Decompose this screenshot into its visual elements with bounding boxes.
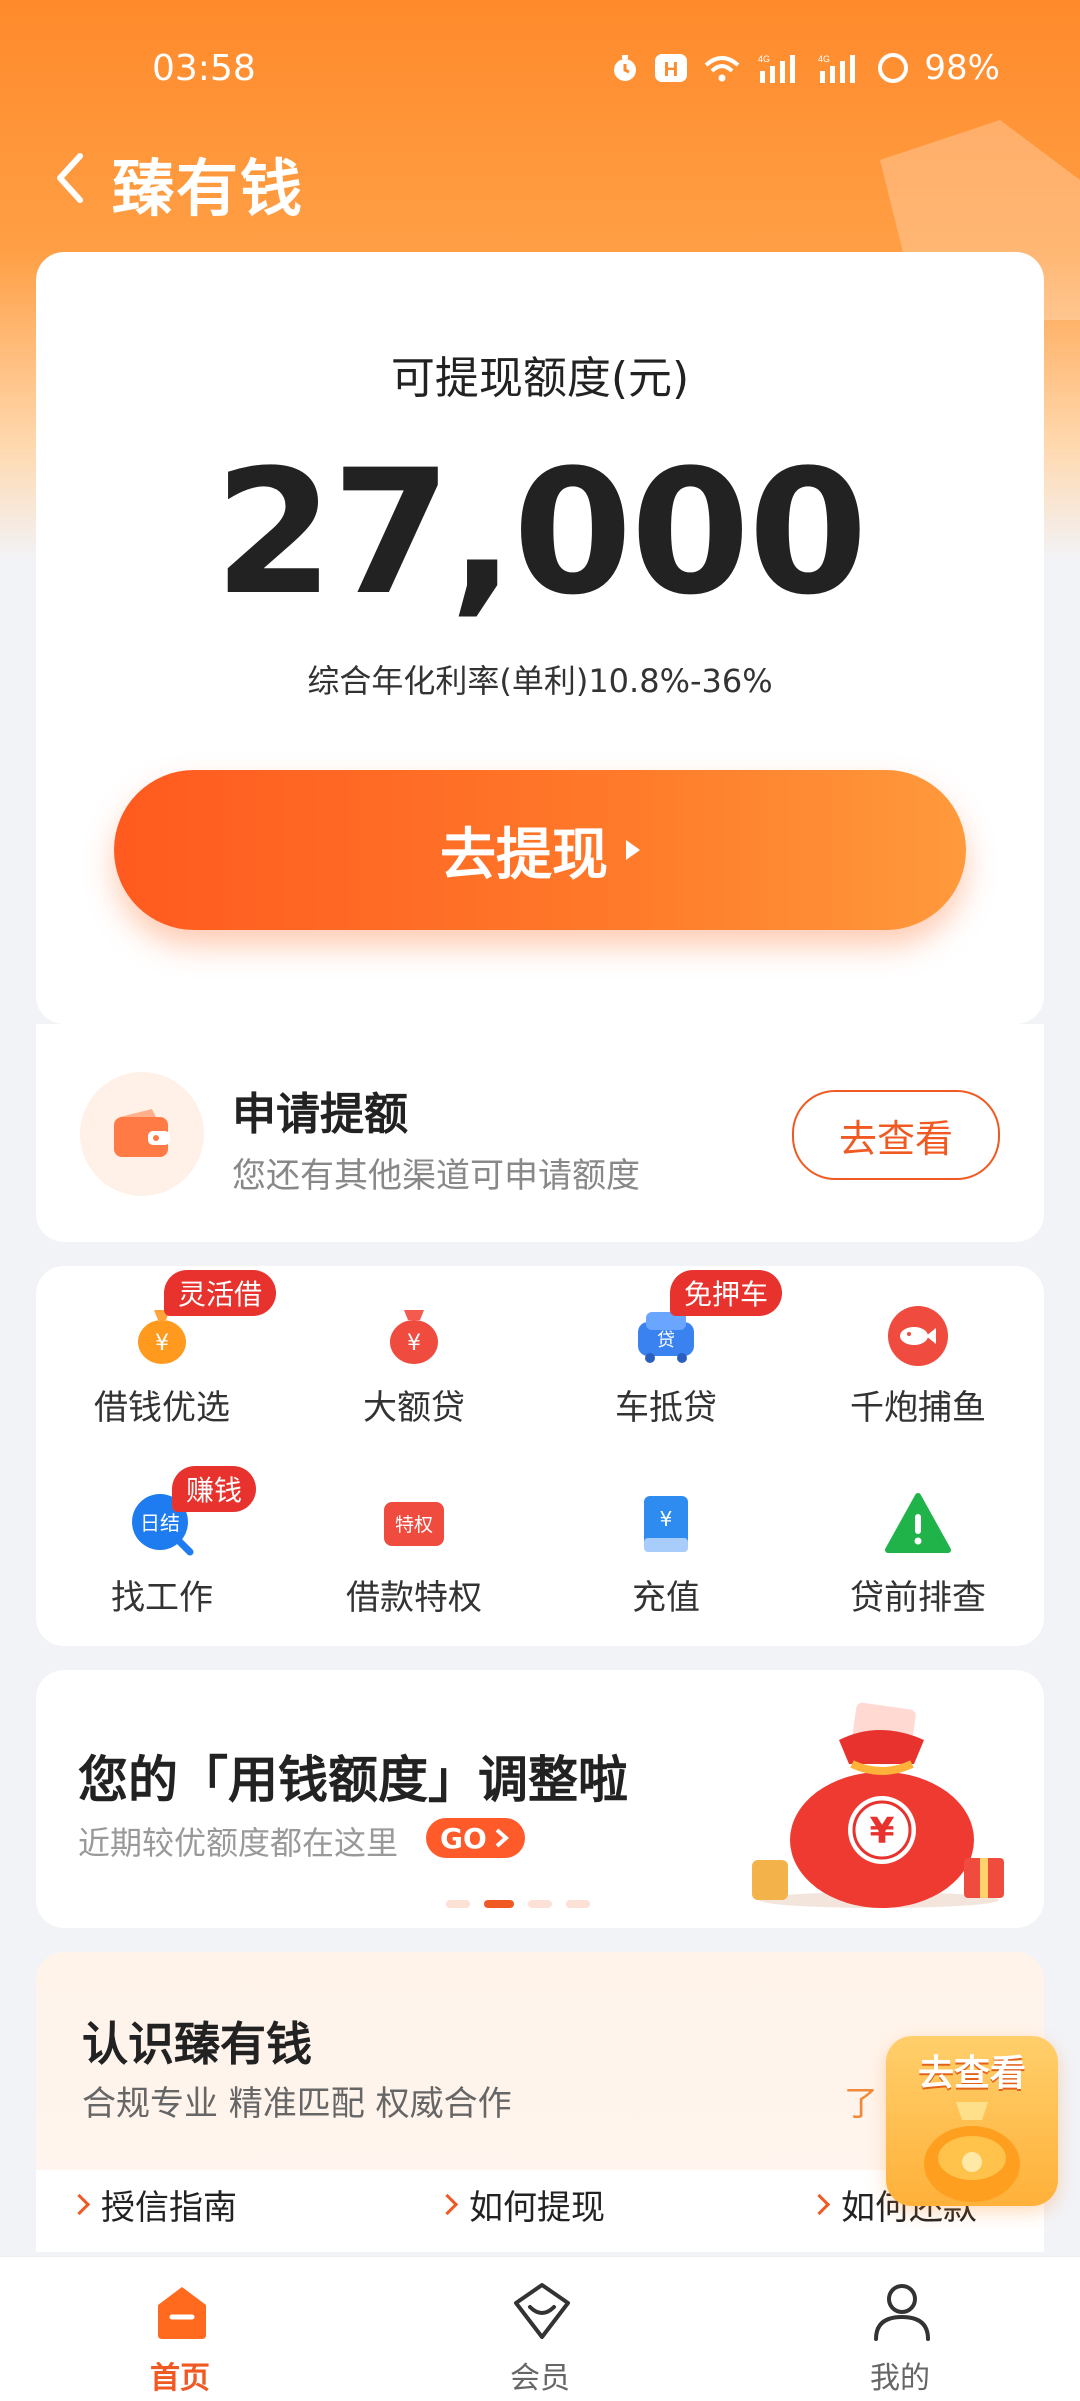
signal-4g-icon: 4G bbox=[816, 53, 862, 83]
apply-increase-card: 申请提额 您还有其他渠道可申请额度 去查看 bbox=[36, 1024, 1044, 1242]
about-more-link[interactable]: 了 bbox=[844, 2076, 878, 2125]
service-label: 车抵贷 bbox=[615, 1388, 717, 1428]
carousel-dot-active[interactable] bbox=[484, 1900, 514, 1908]
svg-text:日结: 日结 bbox=[140, 1511, 180, 1535]
svg-text:4G: 4G bbox=[758, 54, 770, 64]
nav-label: 会员 bbox=[510, 2361, 570, 2396]
battery-icon bbox=[876, 51, 910, 85]
link-credit-guide[interactable]: 授信指南 bbox=[68, 2180, 237, 2229]
withdraw-label: 去提现 bbox=[440, 822, 608, 888]
wallet-icon bbox=[80, 1072, 204, 1196]
svg-text:¥: ¥ bbox=[155, 1331, 169, 1356]
badge: 赚钱 bbox=[172, 1466, 257, 1512]
status-bar: 03:58 H 4G 4G 98% bbox=[0, 40, 1080, 100]
page-title: 臻有钱 bbox=[112, 152, 305, 225]
link-label: 如何提现 bbox=[469, 2188, 605, 2228]
back-arrow-icon[interactable] bbox=[50, 148, 90, 208]
home-icon bbox=[158, 2287, 206, 2339]
nav-label: 我的 bbox=[870, 2361, 930, 2396]
go-label: GO bbox=[440, 1821, 487, 1855]
carousel-dots bbox=[446, 1900, 590, 1908]
service-pre-check[interactable]: 贷前排查 bbox=[792, 1456, 1044, 1626]
status-time: 03:58 bbox=[152, 48, 256, 89]
banner-title: 您的「用钱额度」调整啦 bbox=[78, 1751, 628, 1809]
service-label: 贷前排查 bbox=[850, 1578, 986, 1618]
credit-card: 可提现额度(元) 27,000 综合年化利率(单利)10.8%-36% 去提现 bbox=[36, 252, 1044, 1024]
floating-view-button[interactable]: 去查看 bbox=[886, 2036, 1058, 2206]
warning-icon bbox=[885, 1493, 951, 1553]
link-how-to-withdraw[interactable]: 如何提现 bbox=[436, 2180, 605, 2229]
carousel-dot[interactable] bbox=[446, 1900, 470, 1908]
withdraw-button[interactable]: 去提现 bbox=[114, 770, 966, 930]
nav-label: 首页 bbox=[150, 2361, 210, 2396]
chevron-right-icon bbox=[436, 2193, 459, 2216]
credit-label: 可提现额度(元) bbox=[390, 353, 690, 404]
interest-rate: 综合年化利率(单利)10.8%-36% bbox=[307, 662, 773, 700]
service-privilege[interactable]: 特权 借款特权 bbox=[288, 1456, 540, 1626]
service-label: 借款特权 bbox=[346, 1578, 482, 1618]
wifi-icon bbox=[702, 53, 742, 83]
bottom-navigation: 首页 会员 我的 bbox=[0, 2256, 1080, 2401]
service-label: 借钱优选 bbox=[94, 1388, 230, 1428]
service-label: 大额贷 bbox=[363, 1388, 465, 1428]
big-loan-icon: ¥ bbox=[390, 1310, 438, 1364]
svg-text:¥: ¥ bbox=[660, 1507, 673, 1531]
service-fishing[interactable]: 千炮捕鱼 bbox=[792, 1266, 1044, 1436]
floating-label: 去查看 bbox=[917, 2053, 1026, 2094]
alarm-icon bbox=[610, 53, 640, 83]
apply-subtitle: 您还有其他渠道可申请额度 bbox=[232, 1156, 640, 1196]
member-icon bbox=[514, 2283, 570, 2339]
go-button[interactable]: GO bbox=[426, 1818, 525, 1858]
credit-amount: 27,000 bbox=[214, 432, 868, 633]
svg-text:特权: 特权 bbox=[395, 1514, 433, 1536]
services-grid: ¥ 借钱优选 灵活借 ¥ 大额贷 贷 车抵贷 免押车 千炮捕鱼 日结 找工作 赚… bbox=[36, 1266, 1044, 1646]
nav-profile[interactable]: 我的 bbox=[810, 2269, 990, 2399]
signal-4g-icon: 4G bbox=[756, 53, 802, 83]
h-icon: H bbox=[654, 53, 688, 83]
promo-banner[interactable]: 您的「用钱额度」调整啦 近期较优额度都在这里 GO ¥ bbox=[36, 1670, 1044, 1928]
apply-title: 申请提额 bbox=[232, 1089, 408, 1140]
carousel-dot[interactable] bbox=[528, 1900, 552, 1908]
service-label: 找工作 bbox=[111, 1578, 213, 1618]
about-title: 认识臻有钱 bbox=[82, 2017, 312, 2071]
service-recharge[interactable]: ¥ 充值 bbox=[540, 1456, 792, 1626]
link-label: 授信指南 bbox=[101, 2188, 237, 2228]
svg-text:¥: ¥ bbox=[869, 1811, 894, 1852]
nav-member[interactable]: 会员 bbox=[450, 2269, 630, 2399]
carousel-dot[interactable] bbox=[566, 1900, 590, 1908]
profile-icon bbox=[874, 2284, 930, 2341]
red-money-bag-icon: ¥ bbox=[752, 1702, 1004, 1908]
fish-icon bbox=[888, 1306, 948, 1366]
badge: 灵活借 bbox=[164, 1270, 277, 1316]
banner-subtitle: 近期较优额度都在这里 bbox=[78, 1824, 399, 1862]
gold-bag-icon bbox=[924, 2102, 1020, 2202]
chevron-right-icon bbox=[68, 2193, 91, 2216]
badge: 免押车 bbox=[670, 1270, 783, 1316]
svg-text:贷: 贷 bbox=[657, 1330, 675, 1351]
svg-text:¥: ¥ bbox=[407, 1331, 421, 1356]
privilege-icon: 特权 bbox=[384, 1502, 444, 1546]
nav-home[interactable]: 首页 bbox=[90, 2269, 270, 2399]
about-subtitle: 合规专业 精准匹配 权威合作 bbox=[82, 2084, 512, 2124]
view-button[interactable]: 去查看 bbox=[792, 1090, 1000, 1180]
svg-text:H: H bbox=[664, 59, 678, 81]
play-arrow-icon bbox=[626, 840, 640, 860]
service-label: 充值 bbox=[632, 1578, 700, 1618]
service-label: 千炮捕鱼 bbox=[850, 1388, 986, 1428]
chevron-right-icon bbox=[808, 2193, 831, 2216]
recharge-icon: ¥ bbox=[644, 1496, 688, 1552]
chevron-right-icon bbox=[495, 1828, 509, 1848]
svg-text:4G: 4G bbox=[818, 54, 830, 64]
battery-level: 98% bbox=[924, 48, 1000, 88]
service-big-loan[interactable]: ¥ 大额贷 bbox=[288, 1266, 540, 1436]
status-icons: H 4G 4G 98% bbox=[610, 48, 1000, 88]
